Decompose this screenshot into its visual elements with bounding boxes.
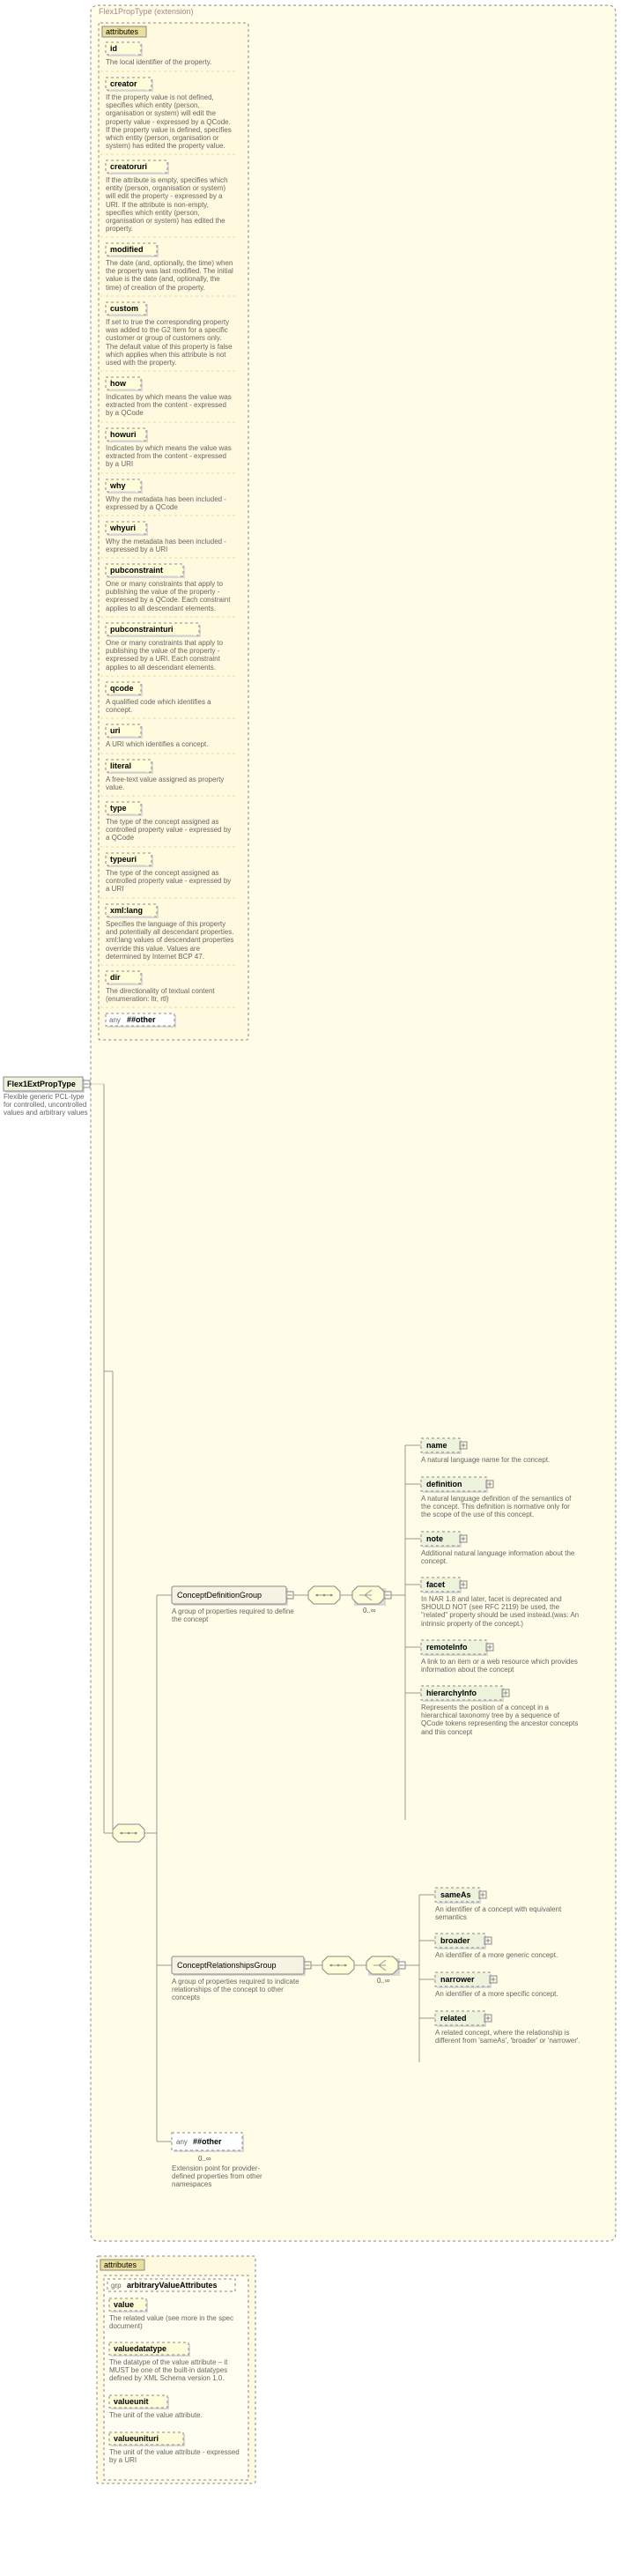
attr-name: pubconstrainturi [110, 625, 174, 634]
root-desc: Flexible generic PCL-type for controlled… [4, 1093, 92, 1128]
attr-name: why [109, 481, 126, 490]
crg-desc: A group of properties required to indica… [172, 1978, 313, 2008]
bottom-any-prefix: any [176, 2138, 188, 2146]
cdg-child-name: name [426, 1441, 447, 1450]
attr-name: type [110, 804, 127, 813]
attr-name: creator [110, 79, 137, 88]
attr-name: qcode [110, 684, 134, 693]
cdg-child-name: hierarchyInfo [426, 1689, 477, 1697]
ava-group-title: arbitraryValueAttributes [127, 2281, 218, 2290]
attr-name: literal [110, 761, 131, 770]
attr-name: creatoruri [110, 162, 147, 171]
cdg-child-name: note [426, 1534, 443, 1543]
ava-panel: attributes grp arbitraryValueAttributes … [97, 2256, 255, 2483]
ava-grp-prefix: grp [111, 2282, 122, 2290]
ava-attr-name: valuedatatype [114, 2344, 166, 2353]
crg-child-name: related [440, 2014, 467, 2023]
bottom-any-desc: Extension point for provider-defined pro… [172, 2164, 277, 2200]
cdg-label: ConceptDefinitionGroup [177, 1591, 262, 1600]
bottom-any-name: ##other [193, 2137, 222, 2146]
ava-attr-header: attributes [104, 2260, 137, 2269]
attr-name: custom [110, 304, 138, 313]
cdg-box: ConceptDefinitionGroup A group of proper… [172, 1586, 295, 1637]
attr-name: how [110, 379, 127, 388]
crg-box: ConceptRelationshipsGroup A group of pro… [172, 1956, 313, 2008]
attributes-title: attributes [106, 27, 139, 36]
attr-name: pubconstraint [110, 566, 163, 575]
cdg-child-name: remoteInfo [426, 1643, 468, 1652]
attr-any-row: any ##other [106, 1013, 176, 1028]
attr-name: whyuri [109, 523, 136, 532]
extension-title: Flex1PropType (extension) [99, 7, 194, 16]
cdg-child-name: facet [426, 1580, 445, 1589]
attr-name: uri [110, 726, 121, 735]
bottom-any-card: 0..∞ [198, 2155, 211, 2163]
cdg-child-name: definition [426, 1480, 462, 1488]
attr-name: dir [110, 973, 121, 982]
root-type-box: Flex1ExtPropType Flexible generic PCL-ty… [4, 1077, 92, 1128]
crg-card: 0..∞ [377, 1977, 390, 1985]
attributes-panel: attributes idThe local identifier of the… [99, 23, 248, 1040]
root-type-label: Flex1ExtPropType [7, 1080, 76, 1088]
attr-name: typeuri [110, 855, 137, 864]
crg-child-name: sameAs [440, 1890, 471, 1899]
ava-attr-name: value [114, 2300, 134, 2309]
attr-name: xml:lang [110, 906, 143, 915]
attr-name: id [110, 44, 117, 53]
crg-child-name: narrower [440, 1975, 475, 1984]
cdg-desc: A group of properties required to define… [172, 1607, 295, 1637]
attr-any-prefix: any [109, 1016, 121, 1024]
ava-attr-name: valueunituri [114, 2434, 159, 2443]
attr-name: modified [110, 245, 144, 254]
attr-any-name: ##other [127, 1015, 156, 1024]
ava-attr-name: valueunit [114, 2397, 149, 2406]
crg-child-name: broader [440, 1936, 470, 1945]
crg-label: ConceptRelationshipsGroup [177, 1961, 277, 1970]
lower-seq [113, 1824, 144, 1842]
attr-name: howuri [110, 430, 137, 439]
cdg-card: 0..∞ [363, 1607, 376, 1615]
